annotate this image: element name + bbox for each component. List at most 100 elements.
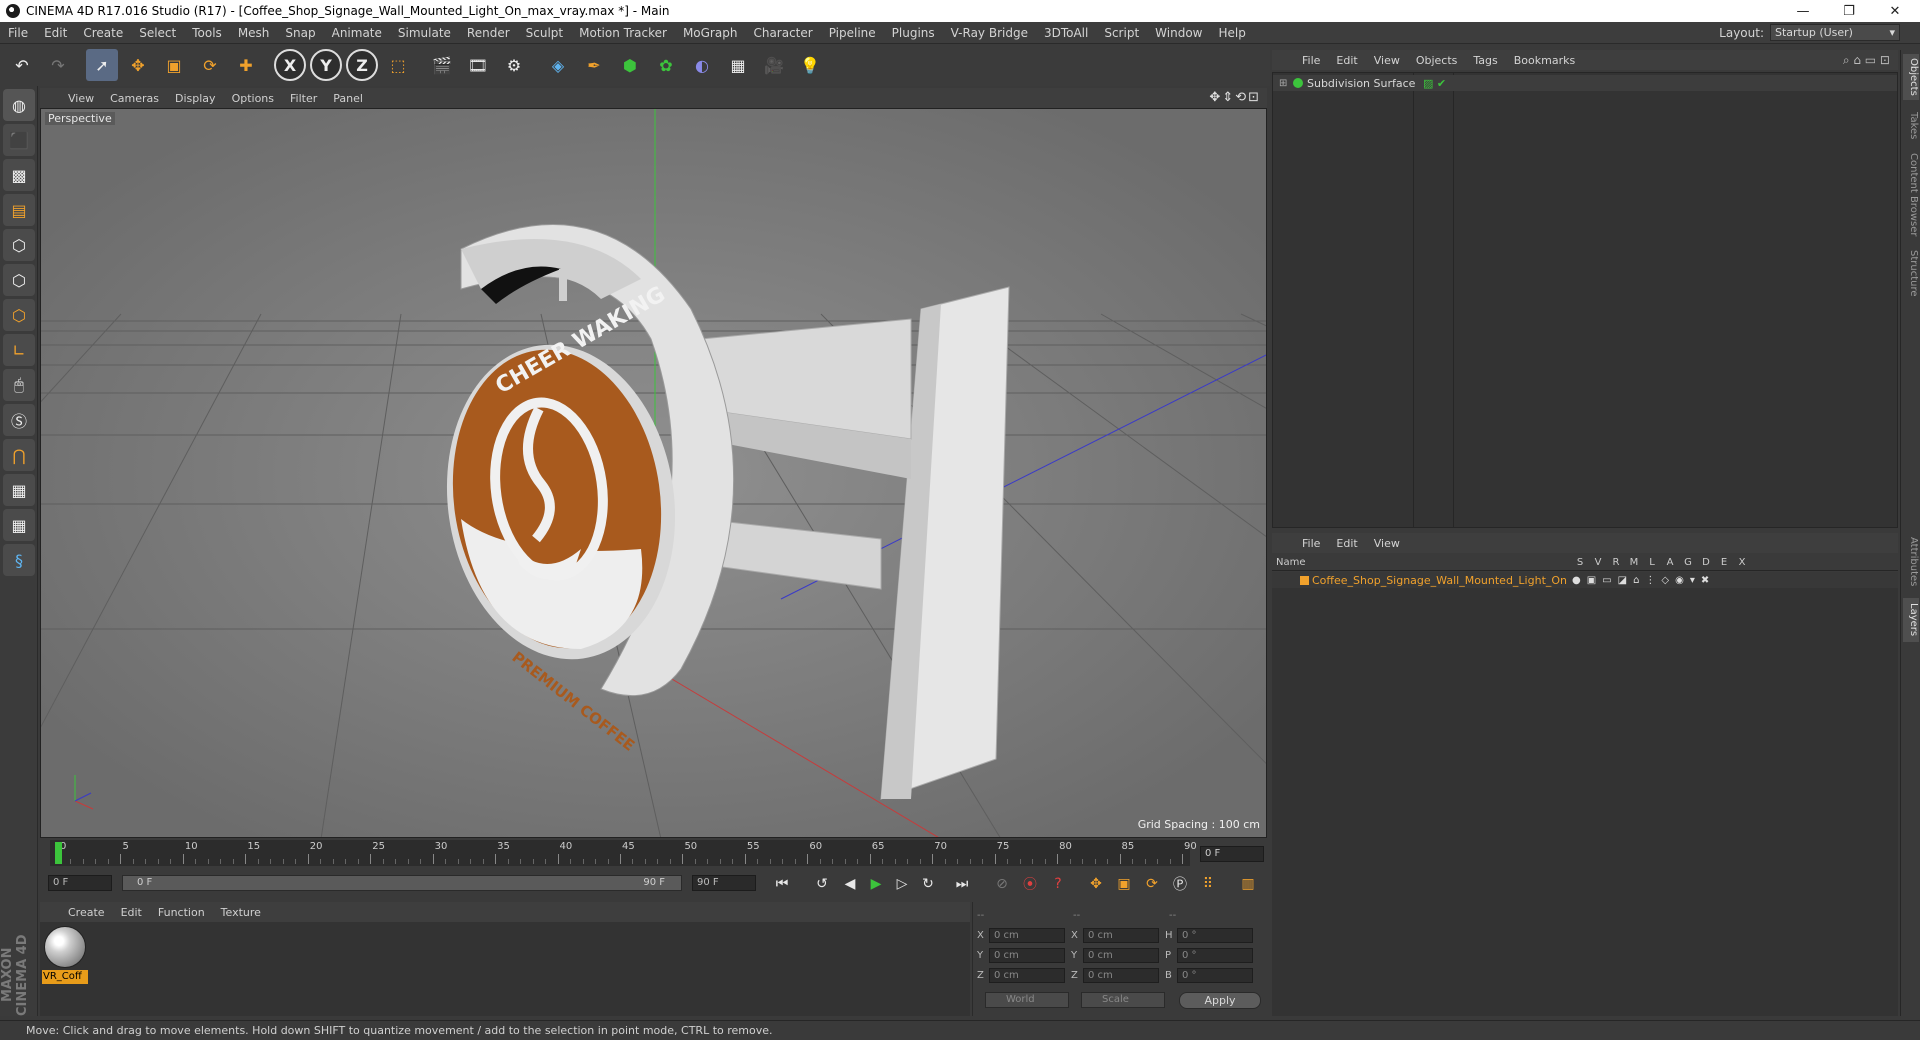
- z-axis-lock-button[interactable]: Z: [346, 49, 378, 81]
- size-mode-dropdown[interactable]: Scale: [1081, 992, 1165, 1008]
- mat-menu-create[interactable]: Create: [60, 906, 113, 919]
- go-to-end-icon[interactable]: ⏭: [950, 872, 974, 896]
- menu-file[interactable]: File: [0, 26, 36, 40]
- tab-layers[interactable]: Layers: [1903, 598, 1919, 642]
- layer-toggle-icons[interactable]: ●▣▭◪⌂⋮◇◉▾✖: [1572, 575, 1715, 586]
- cube-object-icon[interactable]: ◈: [542, 49, 574, 81]
- rotation-b-field[interactable]: 0 °: [1177, 967, 1253, 983]
- layer-flag-a[interactable]: A: [1661, 557, 1679, 568]
- previous-frame-icon[interactable]: ◀: [838, 872, 862, 896]
- vp-menu-view[interactable]: View: [60, 92, 102, 105]
- key-position-icon[interactable]: ✥: [1084, 872, 1108, 896]
- menu-render[interactable]: Render: [459, 26, 518, 40]
- layer-flag-l[interactable]: L: [1643, 557, 1661, 568]
- menu-snap[interactable]: Snap: [277, 26, 323, 40]
- end-frame-field[interactable]: 90 F: [692, 875, 756, 891]
- layer-flag-d[interactable]: D: [1697, 557, 1715, 568]
- perspective-viewport[interactable]: CHEER WAKING PREMIUM COFFEE Perspective …: [40, 108, 1267, 838]
- previous-key-icon[interactable]: ↺: [810, 872, 834, 896]
- menu-sculpt[interactable]: Sculpt: [518, 26, 571, 40]
- tab-structure[interactable]: Structure: [1903, 246, 1919, 300]
- menu-window[interactable]: Window: [1147, 26, 1210, 40]
- mat-menu-texture[interactable]: Texture: [213, 906, 269, 919]
- edges-mode-icon[interactable]: ⬡: [3, 264, 35, 296]
- layer-flag-e[interactable]: E: [1715, 557, 1733, 568]
- material-preview-ball[interactable]: [44, 926, 86, 968]
- live-selection-icon[interactable]: ➚: [86, 49, 118, 81]
- restore-button[interactable]: ❐: [1826, 0, 1872, 22]
- start-frame-field[interactable]: 0 F: [48, 875, 112, 891]
- enabled-check-icon[interactable]: ▨ ✔: [1423, 77, 1446, 90]
- subdivision-surface-icon[interactable]: ⬢: [614, 49, 646, 81]
- key-parameter-icon[interactable]: Ⓟ: [1168, 872, 1192, 896]
- layer-menu-view[interactable]: View: [1366, 537, 1408, 550]
- menu-character[interactable]: Character: [745, 26, 820, 40]
- model-mode-icon[interactable]: ⬛: [3, 124, 35, 156]
- playhead[interactable]: [55, 842, 62, 864]
- vp-menu-panel[interactable]: Panel: [325, 92, 371, 105]
- menu-animate[interactable]: Animate: [324, 26, 390, 40]
- tab-takes[interactable]: Takes: [1903, 106, 1919, 146]
- viewport-navigation-icons[interactable]: ✥⇕⟲⊡: [1209, 90, 1261, 105]
- key-rotation-icon[interactable]: ⟳: [1140, 872, 1164, 896]
- timeline-ruler[interactable]: 0 5 10 15 20 25 30 35 40 45 50 55 60 65 70 75 80 85 90: [50, 840, 1197, 866]
- minimize-button[interactable]: —: [1780, 0, 1826, 22]
- menu-script[interactable]: Script: [1096, 26, 1147, 40]
- layer-color-swatch[interactable]: [1300, 575, 1309, 585]
- mat-menu-function[interactable]: Function: [150, 906, 213, 919]
- make-editable-icon[interactable]: ◍: [3, 89, 35, 121]
- menu-vray-bridge[interactable]: V-Ray Bridge: [943, 26, 1036, 40]
- rotation-h-field[interactable]: 0 °: [1177, 927, 1253, 943]
- size-x-field[interactable]: 0 cm: [1083, 927, 1159, 943]
- menu-help[interactable]: Help: [1210, 26, 1253, 40]
- close-button[interactable]: ✕: [1872, 0, 1918, 22]
- obj-menu-edit[interactable]: Edit: [1328, 54, 1365, 67]
- play-icon[interactable]: ▶: [864, 872, 888, 896]
- rotate-tool-icon[interactable]: ⟳: [194, 49, 226, 81]
- x-axis-lock-button[interactable]: X: [274, 49, 306, 81]
- undo-icon[interactable]: ↶: [6, 49, 38, 81]
- layer-flag-v[interactable]: V: [1589, 557, 1607, 568]
- obj-menu-file[interactable]: File: [1294, 54, 1328, 67]
- current-frame-field[interactable]: 0 F: [1200, 846, 1264, 862]
- redo-icon[interactable]: ↷: [42, 49, 74, 81]
- menu-mesh[interactable]: Mesh: [230, 26, 278, 40]
- layer-menu-edit[interactable]: Edit: [1328, 537, 1365, 550]
- menu-plugins[interactable]: Plugins: [884, 26, 943, 40]
- menu-select[interactable]: Select: [131, 26, 184, 40]
- obj-manager-search-icon[interactable]: ⌕ ⌂ ▭ ⊡: [1843, 53, 1890, 68]
- vp-menu-display[interactable]: Display: [167, 92, 224, 105]
- layer-flag-x[interactable]: X: [1733, 557, 1751, 568]
- scale-tool-icon[interactable]: ▣: [158, 49, 190, 81]
- preview-range-slider[interactable]: 0 F 90 F: [122, 875, 682, 891]
- pen-spline-icon[interactable]: ✒: [578, 49, 610, 81]
- coordinate-system-icon[interactable]: ⬚: [382, 49, 414, 81]
- deformer-icon[interactable]: ◐: [686, 49, 718, 81]
- obj-menu-tags[interactable]: Tags: [1465, 54, 1505, 67]
- menu-mograph[interactable]: MoGraph: [675, 26, 746, 40]
- size-z-field[interactable]: 0 cm: [1083, 967, 1159, 983]
- autokey-icon[interactable]: ⦿: [1018, 872, 1042, 896]
- planar-workplane-icon[interactable]: ▦: [3, 509, 35, 541]
- key-scale-icon[interactable]: ▣: [1112, 872, 1136, 896]
- polygons-mode-icon[interactable]: ⬡: [3, 299, 35, 331]
- coordinate-mode-dropdown[interactable]: World: [985, 992, 1069, 1008]
- layer-name[interactable]: Coffee_Shop_Signage_Wall_Mounted_Light_O…: [1312, 574, 1567, 587]
- timeline-window-icon[interactable]: ▥: [1236, 872, 1260, 896]
- workplane-icon[interactable]: ▤: [3, 194, 35, 226]
- mat-menu-edit[interactable]: Edit: [113, 906, 150, 919]
- viewport-camera-label[interactable]: Perspective: [45, 112, 115, 125]
- go-to-start-icon[interactable]: ⏮: [770, 872, 794, 896]
- render-picture-viewer-icon[interactable]: 🎞: [462, 49, 494, 81]
- light-icon[interactable]: 💡: [794, 49, 826, 81]
- tab-attributes[interactable]: Attributes: [1903, 534, 1919, 590]
- camera-icon[interactable]: 🎥: [758, 49, 790, 81]
- vp-menu-options[interactable]: Options: [224, 92, 282, 105]
- obj-menu-bookmarks[interactable]: Bookmarks: [1506, 54, 1583, 67]
- apply-button[interactable]: Apply: [1179, 992, 1261, 1009]
- vp-menu-filter[interactable]: Filter: [282, 92, 325, 105]
- cloner-icon[interactable]: ✿: [650, 49, 682, 81]
- snap-icon[interactable]: Ⓢ: [3, 404, 35, 436]
- recent-tool-icon[interactable]: ✚: [230, 49, 262, 81]
- texture-mode-icon[interactable]: ▩: [3, 159, 35, 191]
